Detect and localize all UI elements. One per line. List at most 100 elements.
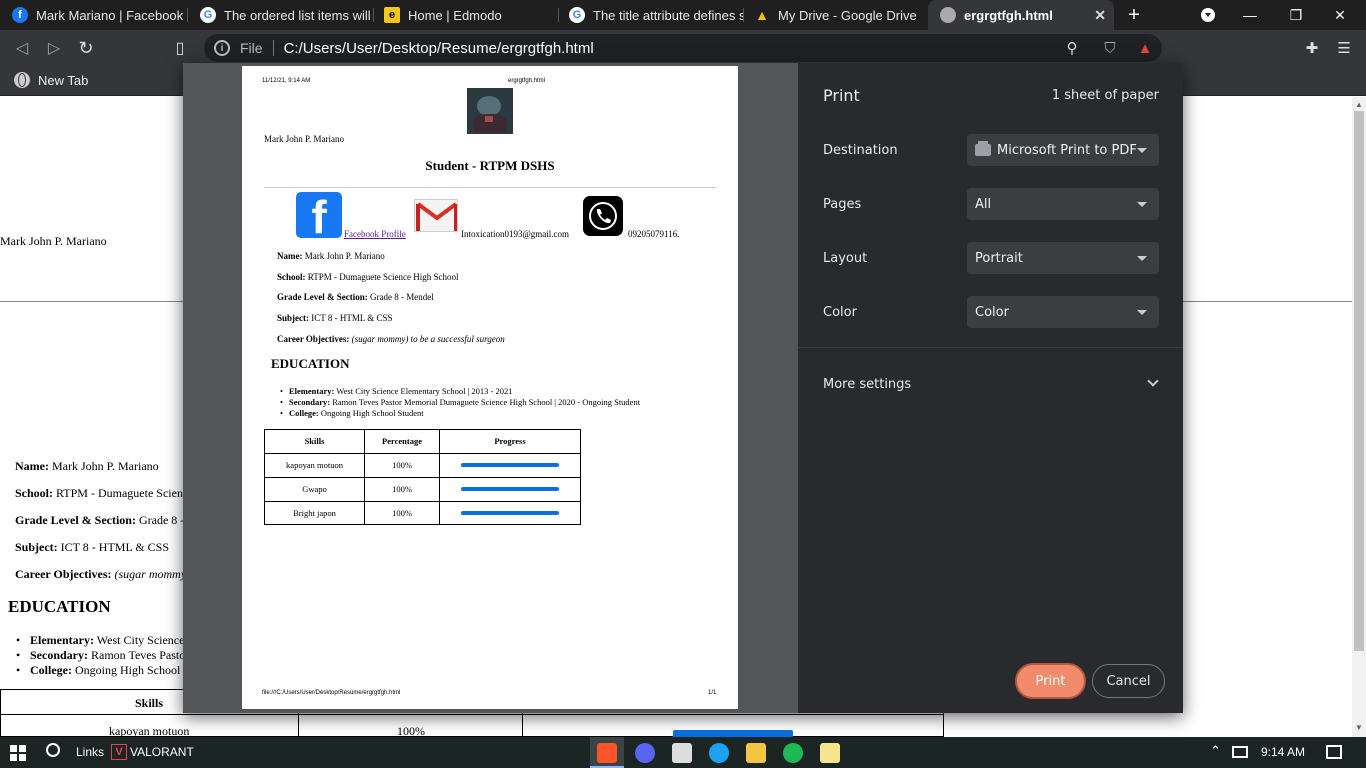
chevron-up-icon[interactable]: ⌃ xyxy=(1210,743,1221,759)
preview-footer-path: file:///C:/Users/User/Desktop/Resume/erg… xyxy=(262,690,401,696)
layout-value: Portrait xyxy=(975,250,1023,266)
destination-select[interactable]: Microsoft Print to PDF xyxy=(967,134,1159,166)
table-cell-skill: Bright japon xyxy=(293,508,336,518)
discord-icon[interactable] xyxy=(635,743,655,763)
tab-google-drive[interactable]: ▲ My Drive - Google Drive xyxy=(742,0,928,30)
zoom-icon[interactable]: ⚲ xyxy=(1062,38,1082,58)
scroll-down-icon[interactable]: ▼ xyxy=(1355,723,1363,732)
brave-rewards-icon[interactable]: ▲ xyxy=(1135,38,1155,58)
tab-label: Mark Mariano | Facebook xyxy=(36,7,184,23)
google-icon: G xyxy=(569,7,585,23)
table-row-line xyxy=(265,453,580,454)
preview-field-subject: Subject: ICT 8 - HTML & CSS xyxy=(277,313,393,323)
scroll-up-icon[interactable]: ▲ xyxy=(1355,100,1363,109)
chevron-down-icon xyxy=(1137,202,1147,207)
google-drive-icon: ▲ xyxy=(755,7,769,23)
table-header-progress: Progress xyxy=(494,436,526,446)
reload-icon[interactable]: ↻ xyxy=(76,38,96,58)
layout-label: Layout xyxy=(823,251,868,266)
spotify-icon[interactable] xyxy=(783,743,803,763)
globe-icon xyxy=(940,7,956,23)
tab-facebook[interactable]: f Mark Mariano | Facebook xyxy=(0,0,186,30)
tab-search-icon[interactable] xyxy=(1188,0,1228,30)
preview-name: Mark John P. Mariano xyxy=(264,134,344,144)
taskbar-links[interactable]: Links xyxy=(76,745,104,759)
destination-label: Destination xyxy=(823,143,898,158)
sheet-count: 1 sheet of paper xyxy=(1051,88,1159,103)
education-item: Elementary: West City Science xyxy=(16,633,185,648)
facebook-icon: f xyxy=(12,7,28,23)
notifications-icon[interactable] xyxy=(1326,745,1342,759)
print-button[interactable]: Print xyxy=(1015,663,1086,699)
file-explorer-icon[interactable] xyxy=(746,743,766,763)
edge-icon[interactable] xyxy=(709,743,729,763)
tab-title-attribute[interactable]: G The title attribute defines so xyxy=(557,0,743,30)
field-career: Career Objectives: (sugar mommy xyxy=(15,567,187,581)
new-tab-button[interactable]: + xyxy=(1114,0,1154,30)
preview-phone: 09205079116. xyxy=(628,229,680,239)
education-heading: EDUCATION xyxy=(8,597,111,616)
search-icon[interactable] xyxy=(46,743,60,757)
chevron-down-icon xyxy=(1137,148,1147,153)
preview-header-title: ergrgtfgh.html xyxy=(508,78,546,84)
url-text[interactable]: C:/Users/User/Desktop/Resume/ergrgtfgh.h… xyxy=(284,40,594,57)
color-select[interactable]: Color xyxy=(967,296,1159,328)
table-cell-skill: kapoyan motuon xyxy=(286,460,343,470)
field-name: Name: Mark John P. Mariano xyxy=(15,459,159,473)
scrollbar-thumb[interactable] xyxy=(1354,111,1364,651)
field-school: School: RTPM - Dumaguete Scien xyxy=(15,486,183,500)
brave-shield-icon[interactable]: ⛉ xyxy=(1100,38,1120,58)
print-preview-area: 11/12/21, 9:14 AM ergrgtfgh.html Mark Jo… xyxy=(183,63,798,713)
extensions-icon[interactable]: ✚ xyxy=(1302,38,1322,58)
tab-edmodo[interactable]: e Home | Edmodo xyxy=(372,0,558,30)
page-scrollbar[interactable]: ▲ ▼ xyxy=(1352,97,1366,737)
site-info-icon[interactable]: i xyxy=(214,40,230,56)
preview-footer-page: 1/1 xyxy=(708,690,717,696)
settings-divider xyxy=(798,347,1183,348)
brave-icon[interactable] xyxy=(597,743,617,763)
preview-field-career: Career Objectives: (sugar mommy) to be a… xyxy=(277,334,505,344)
address-separator xyxy=(272,40,274,56)
education-item: Secondary: Ramon Teves Pasto xyxy=(16,648,185,663)
back-icon[interactable]: ◁ xyxy=(12,38,32,58)
notepad-icon[interactable] xyxy=(820,743,840,763)
chevron-down-icon[interactable] xyxy=(1147,375,1159,387)
tab-label: The ordered list items will b xyxy=(224,7,372,23)
forward-icon[interactable]: ▷ xyxy=(44,38,64,58)
close-tab-icon[interactable]: ✕ xyxy=(1094,7,1106,24)
print-dialog: 11/12/21, 9:14 AM ergrgtfgh.html Mark Jo… xyxy=(183,63,1183,713)
preview-field-grade: Grade Level & Section: Grade 8 - Mendel xyxy=(277,292,434,302)
table-row-line xyxy=(265,477,580,478)
google-icon: G xyxy=(200,7,216,23)
menu-icon[interactable]: ☰ xyxy=(1334,38,1354,58)
taskbar-clock[interactable]: 9:14 AM xyxy=(1261,745,1305,759)
preview-field-name: Name: Mark John P. Mariano xyxy=(277,251,385,261)
tab-ordered-list[interactable]: G The ordered list items will b xyxy=(188,0,372,30)
network-icon[interactable] xyxy=(1232,746,1248,758)
taskbar-valorant[interactable]: VALORANT xyxy=(130,745,194,759)
gmail-logo-icon xyxy=(414,199,458,232)
valorant-icon: V xyxy=(111,744,127,760)
close-window-icon[interactable]: ✕ xyxy=(1320,0,1360,30)
photos-icon[interactable] xyxy=(672,743,692,763)
layout-select[interactable]: Portrait xyxy=(967,242,1159,274)
facebook-logo-icon: f xyxy=(296,192,342,238)
tab-ergrgtfgh[interactable]: ergrgtfgh.html ✕ xyxy=(928,0,1114,30)
destination-value: Microsoft Print to PDF xyxy=(997,142,1137,158)
field-subject: Subject: ICT 8 - HTML & CSS xyxy=(15,540,170,554)
progress-bar xyxy=(461,511,559,515)
preview-email: Intoxication0193@gmail.com xyxy=(461,229,570,239)
table-header-percentage: Percentage xyxy=(382,436,422,446)
windows-taskbar: Links V VALORANT ⌃ 9:14 AM xyxy=(0,737,1366,768)
facebook-profile-link[interactable]: Facebook Profile xyxy=(344,229,406,239)
pages-select[interactable]: All xyxy=(967,188,1159,220)
bookmark-new-tab[interactable]: New Tab xyxy=(14,72,88,88)
address-bar[interactable]: i File C:/Users/User/Desktop/Resume/ergr… xyxy=(204,34,1162,62)
more-settings-toggle[interactable]: More settings xyxy=(823,377,911,392)
field-grade: Grade Level & Section: Grade 8 - xyxy=(15,513,185,527)
cancel-button[interactable]: Cancel xyxy=(1092,664,1165,698)
restore-icon[interactable]: ❐ xyxy=(1276,0,1316,30)
minimize-icon[interactable]: — xyxy=(1230,0,1270,30)
windows-start-icon[interactable] xyxy=(10,745,26,761)
bookmark-icon[interactable]: ▯ xyxy=(170,38,190,58)
